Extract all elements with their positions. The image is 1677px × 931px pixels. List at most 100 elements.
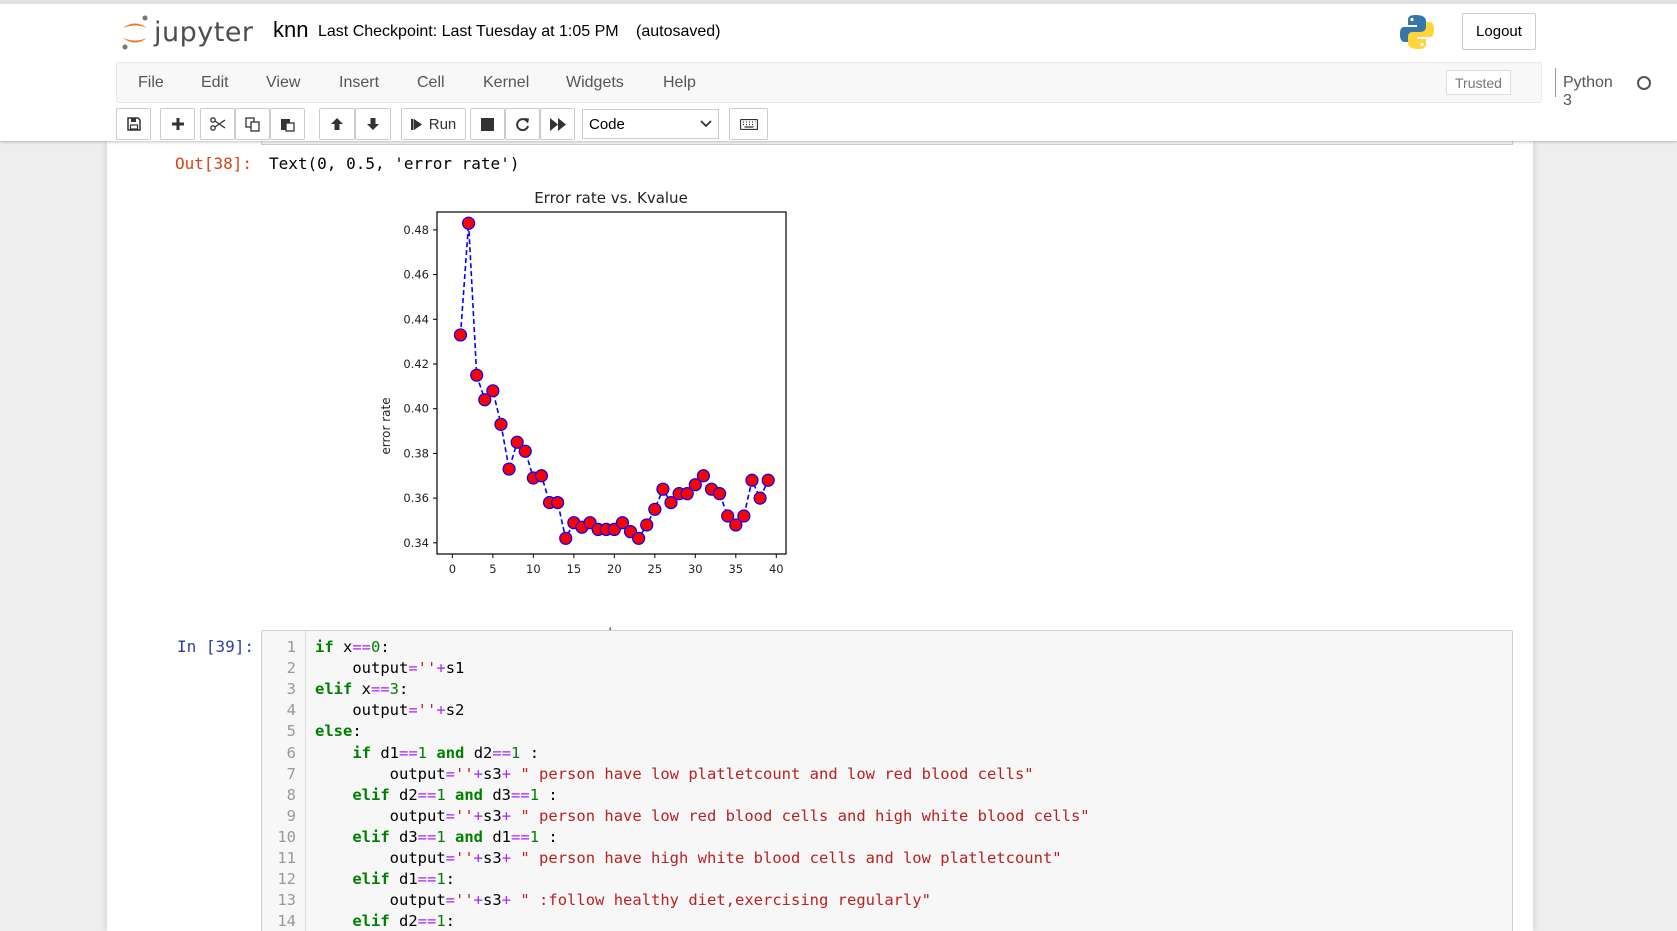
previous-cell-edge	[261, 141, 1513, 145]
plus-icon	[171, 118, 184, 130]
code-line[interactable]: output=''+s3+ " person have low platletc…	[315, 765, 1034, 786]
code-line[interactable]: elif d1==1:	[315, 870, 455, 891]
code-line[interactable]: output=''+s3+ " person have low red bloo…	[315, 807, 1090, 828]
code-line[interactable]: output=''+s1	[315, 659, 464, 680]
code-line[interactable]: if d1==1 and d2==1 :	[315, 744, 539, 765]
line-number: 4	[286, 701, 296, 720]
code-token: if	[352, 743, 371, 762]
chevron-down-icon	[700, 120, 712, 128]
restart-run-all-button[interactable]	[540, 108, 575, 140]
code-token: :	[352, 722, 362, 741]
code-token: else	[315, 722, 353, 741]
code-line[interactable]: elif d2==1 and d3==1 :	[315, 785, 557, 807]
trusted-indicator[interactable]: Trusted	[1446, 70, 1511, 95]
data-point	[632, 531, 646, 545]
cell-type-select[interactable]: Code	[582, 109, 719, 139]
code-token: +	[473, 849, 484, 867]
jupyter-logo-text: jupyter	[154, 16, 254, 48]
kernel-separator	[1555, 68, 1556, 97]
code-token: ==	[352, 638, 372, 656]
code-token: =	[445, 764, 455, 783]
code-token: x	[333, 638, 353, 656]
code-token: ==	[417, 912, 437, 931]
code-token: +	[473, 891, 484, 910]
code-token: d2	[464, 743, 493, 762]
input-prompt: In [39]:	[177, 637, 255, 656]
line-number: 13	[277, 891, 296, 910]
code-line[interactable]: elif d2==1:	[315, 912, 455, 931]
restart-button[interactable]	[505, 108, 540, 140]
x-tick-label: 25	[648, 562, 663, 576]
jupyter-logo-icon	[122, 15, 148, 50]
notebook-container: Out[38]: Text(0, 0.5, 'error rate') Erro…	[107, 141, 1533, 931]
code-token: 1	[436, 827, 446, 846]
menu-view[interactable]: View	[266, 74, 300, 92]
menu-insert[interactable]: Insert	[339, 74, 379, 92]
code-token: d3	[483, 785, 512, 804]
copy-button[interactable]	[235, 108, 270, 140]
cut-button[interactable]	[200, 108, 235, 140]
code-line[interactable]: output=''+s3+ " person have high white b…	[315, 849, 1062, 870]
code-token: s3	[483, 764, 502, 783]
code-line[interactable]: elif d3==1 and d1==1 :	[315, 827, 557, 849]
data-point	[737, 509, 751, 523]
menu-widgets[interactable]: Widgets	[566, 74, 624, 92]
menu-file[interactable]: File	[138, 74, 164, 92]
code-token: d1	[389, 870, 418, 889]
code-line[interactable]: output=''+s3+ " :follow healthy diet,exe…	[315, 891, 931, 912]
code-token: s1	[445, 659, 465, 678]
cell-type-value: Code	[589, 115, 625, 133]
code-token: ==	[417, 785, 437, 804]
code-token: elif	[352, 827, 390, 846]
code-token: if	[315, 638, 334, 656]
line-number: 2	[286, 659, 296, 678]
jupyter-logo[interactable]: jupyter	[120, 12, 254, 52]
step-forward-icon	[410, 118, 422, 130]
save-button[interactable]	[116, 108, 151, 140]
notebook-name[interactable]: knn	[273, 17, 308, 43]
data-point	[486, 384, 500, 398]
menu-edit[interactable]: Edit	[201, 74, 229, 92]
code-token: +	[501, 891, 512, 910]
code-line[interactable]: else:	[315, 722, 362, 743]
logout-button[interactable]: Logout	[1462, 13, 1536, 50]
menu-cell[interactable]: Cell	[417, 74, 445, 92]
arrow-up-icon	[331, 118, 343, 130]
insert-cell-button[interactable]	[160, 108, 195, 140]
code-token: :	[380, 638, 390, 656]
code-editor[interactable]: 1 2 3 4 5 6 7 8 9 10 11 12 13 14 if x==0: output=''+s…	[261, 630, 1513, 931]
y-tick-label: 0.38	[403, 446, 429, 460]
code-token: ==	[492, 743, 512, 762]
code-token: elif	[315, 680, 353, 699]
line-number: 8	[286, 785, 296, 804]
data-point	[745, 473, 759, 487]
data-point	[753, 491, 767, 505]
move-up-button[interactable]	[319, 108, 355, 140]
code-token: output	[315, 701, 409, 720]
move-down-button[interactable]	[355, 108, 391, 140]
interrupt-button[interactable]	[470, 108, 505, 140]
menu-help[interactable]: Help	[663, 74, 696, 92]
plot-area-frame	[436, 211, 787, 555]
menu-kernel[interactable]: Kernel	[483, 74, 529, 92]
code-token: d3	[389, 827, 418, 846]
command-palette-button[interactable]	[729, 108, 768, 140]
code-token: :	[445, 870, 456, 889]
line-number: 14	[277, 912, 296, 931]
code-line[interactable]: output=''+s2	[315, 701, 464, 722]
code-line[interactable]: if x==0:	[315, 638, 390, 659]
data-point	[502, 462, 516, 476]
code-token: +	[473, 764, 484, 783]
code-token: " person have low platletcount and low r…	[520, 764, 1034, 783]
code-line[interactable]: elif x==3:	[315, 680, 408, 701]
paste-button[interactable]	[270, 108, 305, 140]
x-tick-label: 20	[607, 562, 622, 576]
data-point	[518, 444, 532, 458]
code-token: output	[315, 659, 409, 678]
run-button[interactable]: Run	[401, 108, 466, 140]
data-point	[648, 502, 662, 516]
